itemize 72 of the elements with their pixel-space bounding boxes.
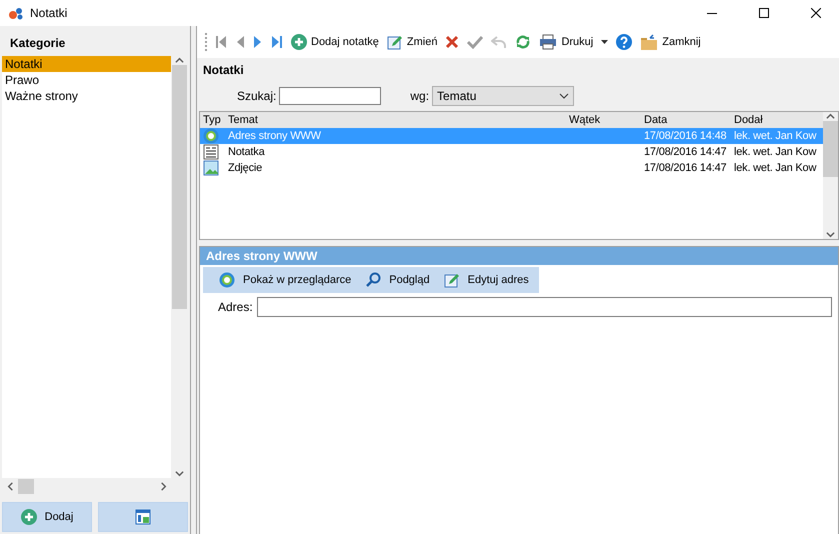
image-icon bbox=[203, 160, 219, 176]
edit-button[interactable]: Zmień bbox=[384, 31, 440, 53]
address-label: Adres: bbox=[218, 300, 253, 314]
plus-icon bbox=[20, 509, 37, 525]
previous-icon bbox=[235, 35, 245, 49]
browser-button[interactable]: Pokaż w przeglądarce bbox=[219, 272, 352, 288]
check-icon bbox=[467, 35, 484, 49]
panel-title: Kategorie bbox=[9, 35, 66, 52]
column-header[interactable]: Wątek bbox=[566, 112, 641, 128]
table-cell-text: 17/08/2016 14:47 bbox=[643, 161, 728, 176]
section-title: Notatki bbox=[202, 62, 245, 79]
scroll-left-icon bbox=[6, 482, 14, 490]
column-header[interactable]: Data bbox=[641, 112, 731, 128]
table-cell-text: Adres strony WWW bbox=[227, 129, 322, 144]
folder-icon bbox=[640, 34, 658, 50]
first-icon bbox=[215, 35, 227, 49]
help-button[interactable] bbox=[614, 31, 634, 53]
preview-button[interactable]: Podgląd bbox=[365, 272, 430, 288]
add-button[interactable]: Dodaj bbox=[2, 502, 92, 532]
last-icon bbox=[271, 35, 283, 49]
chevron-icon bbox=[559, 93, 570, 99]
sort-label: wg: bbox=[410, 89, 430, 103]
scroll-up-icon bbox=[174, 56, 184, 65]
scroll-up-icon bbox=[826, 112, 835, 121]
plus-icon bbox=[291, 34, 307, 50]
help-icon bbox=[616, 34, 632, 50]
printer-icon bbox=[539, 34, 558, 50]
detail-header: Adres strony WWW bbox=[200, 247, 838, 265]
dropdown-icon bbox=[601, 40, 608, 44]
column-header[interactable]: Typ bbox=[200, 112, 225, 128]
scroll-down-icon bbox=[826, 230, 835, 239]
edit-button[interactable]: Edytuj adres bbox=[444, 272, 529, 288]
scroll-right-icon bbox=[158, 482, 168, 490]
maximize-icon[interactable] bbox=[759, 8, 769, 18]
undo-icon bbox=[491, 35, 508, 49]
category-item[interactable]: Ważne strony bbox=[2, 88, 171, 104]
search-field[interactable] bbox=[279, 87, 382, 105]
table-cell-text: lek. wet. Jan Kow bbox=[733, 145, 818, 160]
layout-icon bbox=[135, 509, 151, 525]
splitter[interactable] bbox=[190, 26, 197, 534]
pencil-icon bbox=[444, 272, 460, 288]
scroll-down-icon bbox=[174, 469, 184, 478]
table-cell-text: 17/08/2016 14:47 bbox=[643, 145, 728, 160]
address-field[interactable] bbox=[256, 297, 832, 317]
refresh-icon bbox=[515, 34, 532, 50]
column-header[interactable]: Dodał bbox=[731, 112, 823, 128]
search-label: Szukaj: bbox=[237, 89, 276, 103]
pencil-icon bbox=[386, 34, 403, 50]
search-icon bbox=[365, 272, 382, 288]
table-cell-text: lek. wet. Jan Kow bbox=[733, 161, 818, 176]
document-icon bbox=[203, 144, 219, 160]
app-icon bbox=[8, 6, 24, 20]
category-item[interactable]: Prawo bbox=[2, 72, 171, 88]
layout-button[interactable] bbox=[98, 502, 188, 532]
scrollbar-thumb[interactable] bbox=[18, 478, 34, 494]
next-icon bbox=[253, 35, 263, 49]
window-title: Notatki bbox=[30, 6, 68, 20]
table-cell-text: Zdjęcie bbox=[227, 161, 264, 176]
close-button[interactable]: Zamknij bbox=[638, 31, 703, 53]
print-button[interactable]: Drukuj bbox=[537, 31, 596, 53]
globe-icon bbox=[219, 272, 235, 288]
delete-icon bbox=[445, 35, 460, 49]
column-header[interactable]: Temat bbox=[225, 112, 566, 128]
globe-icon bbox=[203, 128, 219, 144]
table-cell-text: Notatka bbox=[227, 145, 266, 160]
sort-dropdown[interactable]: Tematu bbox=[432, 86, 574, 106]
add-button[interactable]: Dodaj notatkę bbox=[289, 31, 381, 53]
vertical-scrollbar[interactable] bbox=[823, 112, 838, 239]
close-icon[interactable] bbox=[811, 8, 821, 18]
table-cell-text: 17/08/2016 14:48 bbox=[643, 129, 728, 144]
category-item[interactable]: Notatki bbox=[2, 56, 171, 72]
table-cell-text: lek. wet. Jan Kow bbox=[733, 129, 818, 144]
